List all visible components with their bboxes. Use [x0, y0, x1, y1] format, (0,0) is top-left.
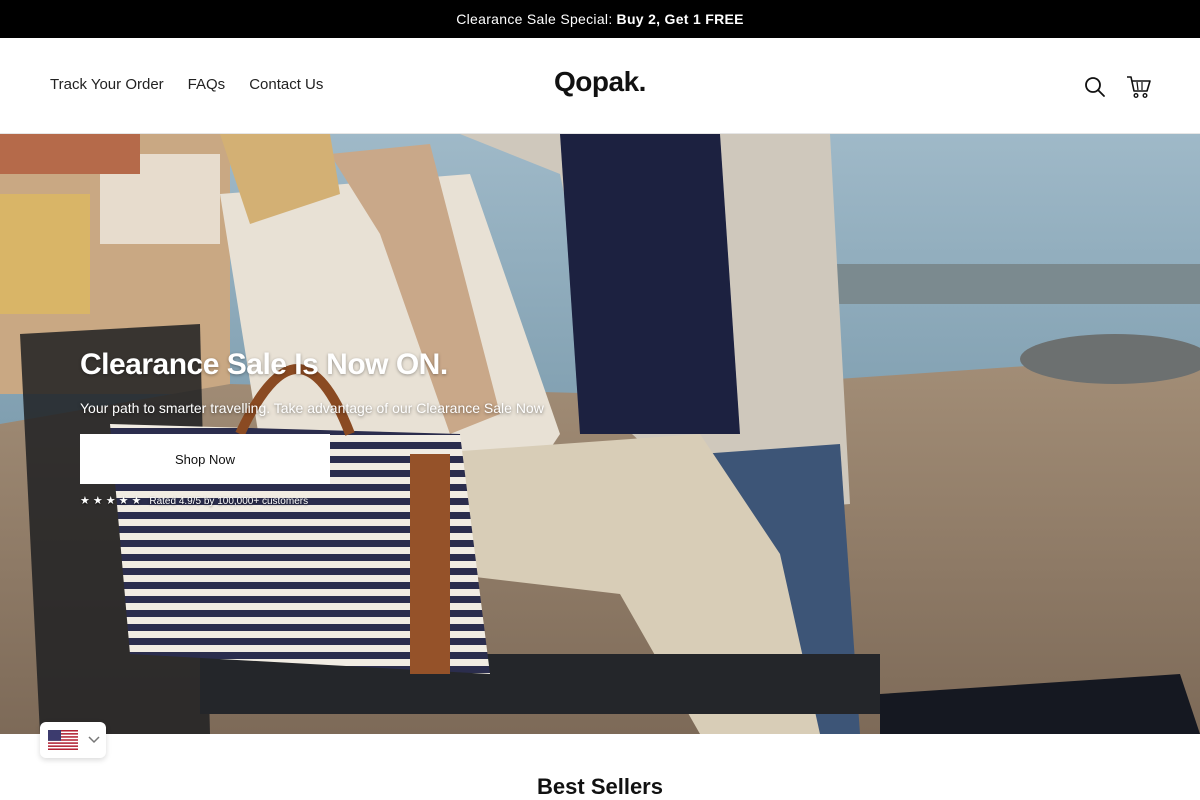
cart-icon [1127, 76, 1151, 99]
star-icon: ★ [80, 495, 90, 507]
site-header: Track Your Order FAQs Contact Us Qopak. [0, 38, 1200, 134]
us-flag-icon [48, 730, 78, 750]
hero-content: Clearance Sale Is Now ON. Your path to s… [80, 348, 544, 507]
rating-text: Rated 4.9/5 by 100,000+ customers [149, 496, 309, 507]
chevron-down-icon [88, 736, 100, 744]
star-icon: ★ [131, 495, 142, 507]
search-icon [1085, 77, 1105, 97]
search-button[interactable] [1082, 74, 1108, 100]
best-sellers-heading: Best Sellers [537, 774, 663, 799]
announcement-highlight: Buy 2, Get 1 FREE [616, 11, 744, 27]
rating-stars: ★ ★ ★ ★ ★ [80, 496, 141, 507]
country-selector[interactable] [40, 722, 106, 758]
rating-row: ★ ★ ★ ★ ★ Rated 4.9/5 by 100,000+ custom… [80, 496, 544, 508]
hero-subtitle: Your path to smarter travelling. Take ad… [80, 400, 544, 416]
header-actions [1082, 74, 1152, 100]
star-icon: ★ [118, 495, 129, 507]
star-icon: ★ [105, 495, 116, 507]
star-icon: ★ [92, 495, 103, 507]
hero-title: Clearance Sale Is Now ON. [80, 348, 448, 381]
site-logo[interactable]: Qopak. [0, 66, 1200, 98]
hero-banner: Clearance Sale Is Now ON. Your path to s… [0, 134, 1200, 734]
cart-button[interactable] [1126, 74, 1152, 100]
shop-now-button[interactable]: Shop Now [80, 434, 330, 484]
announcement-text: Clearance Sale Special: [456, 11, 613, 27]
announcement-bar: Clearance Sale Special: Buy 2, Get 1 FRE… [0, 0, 1200, 38]
